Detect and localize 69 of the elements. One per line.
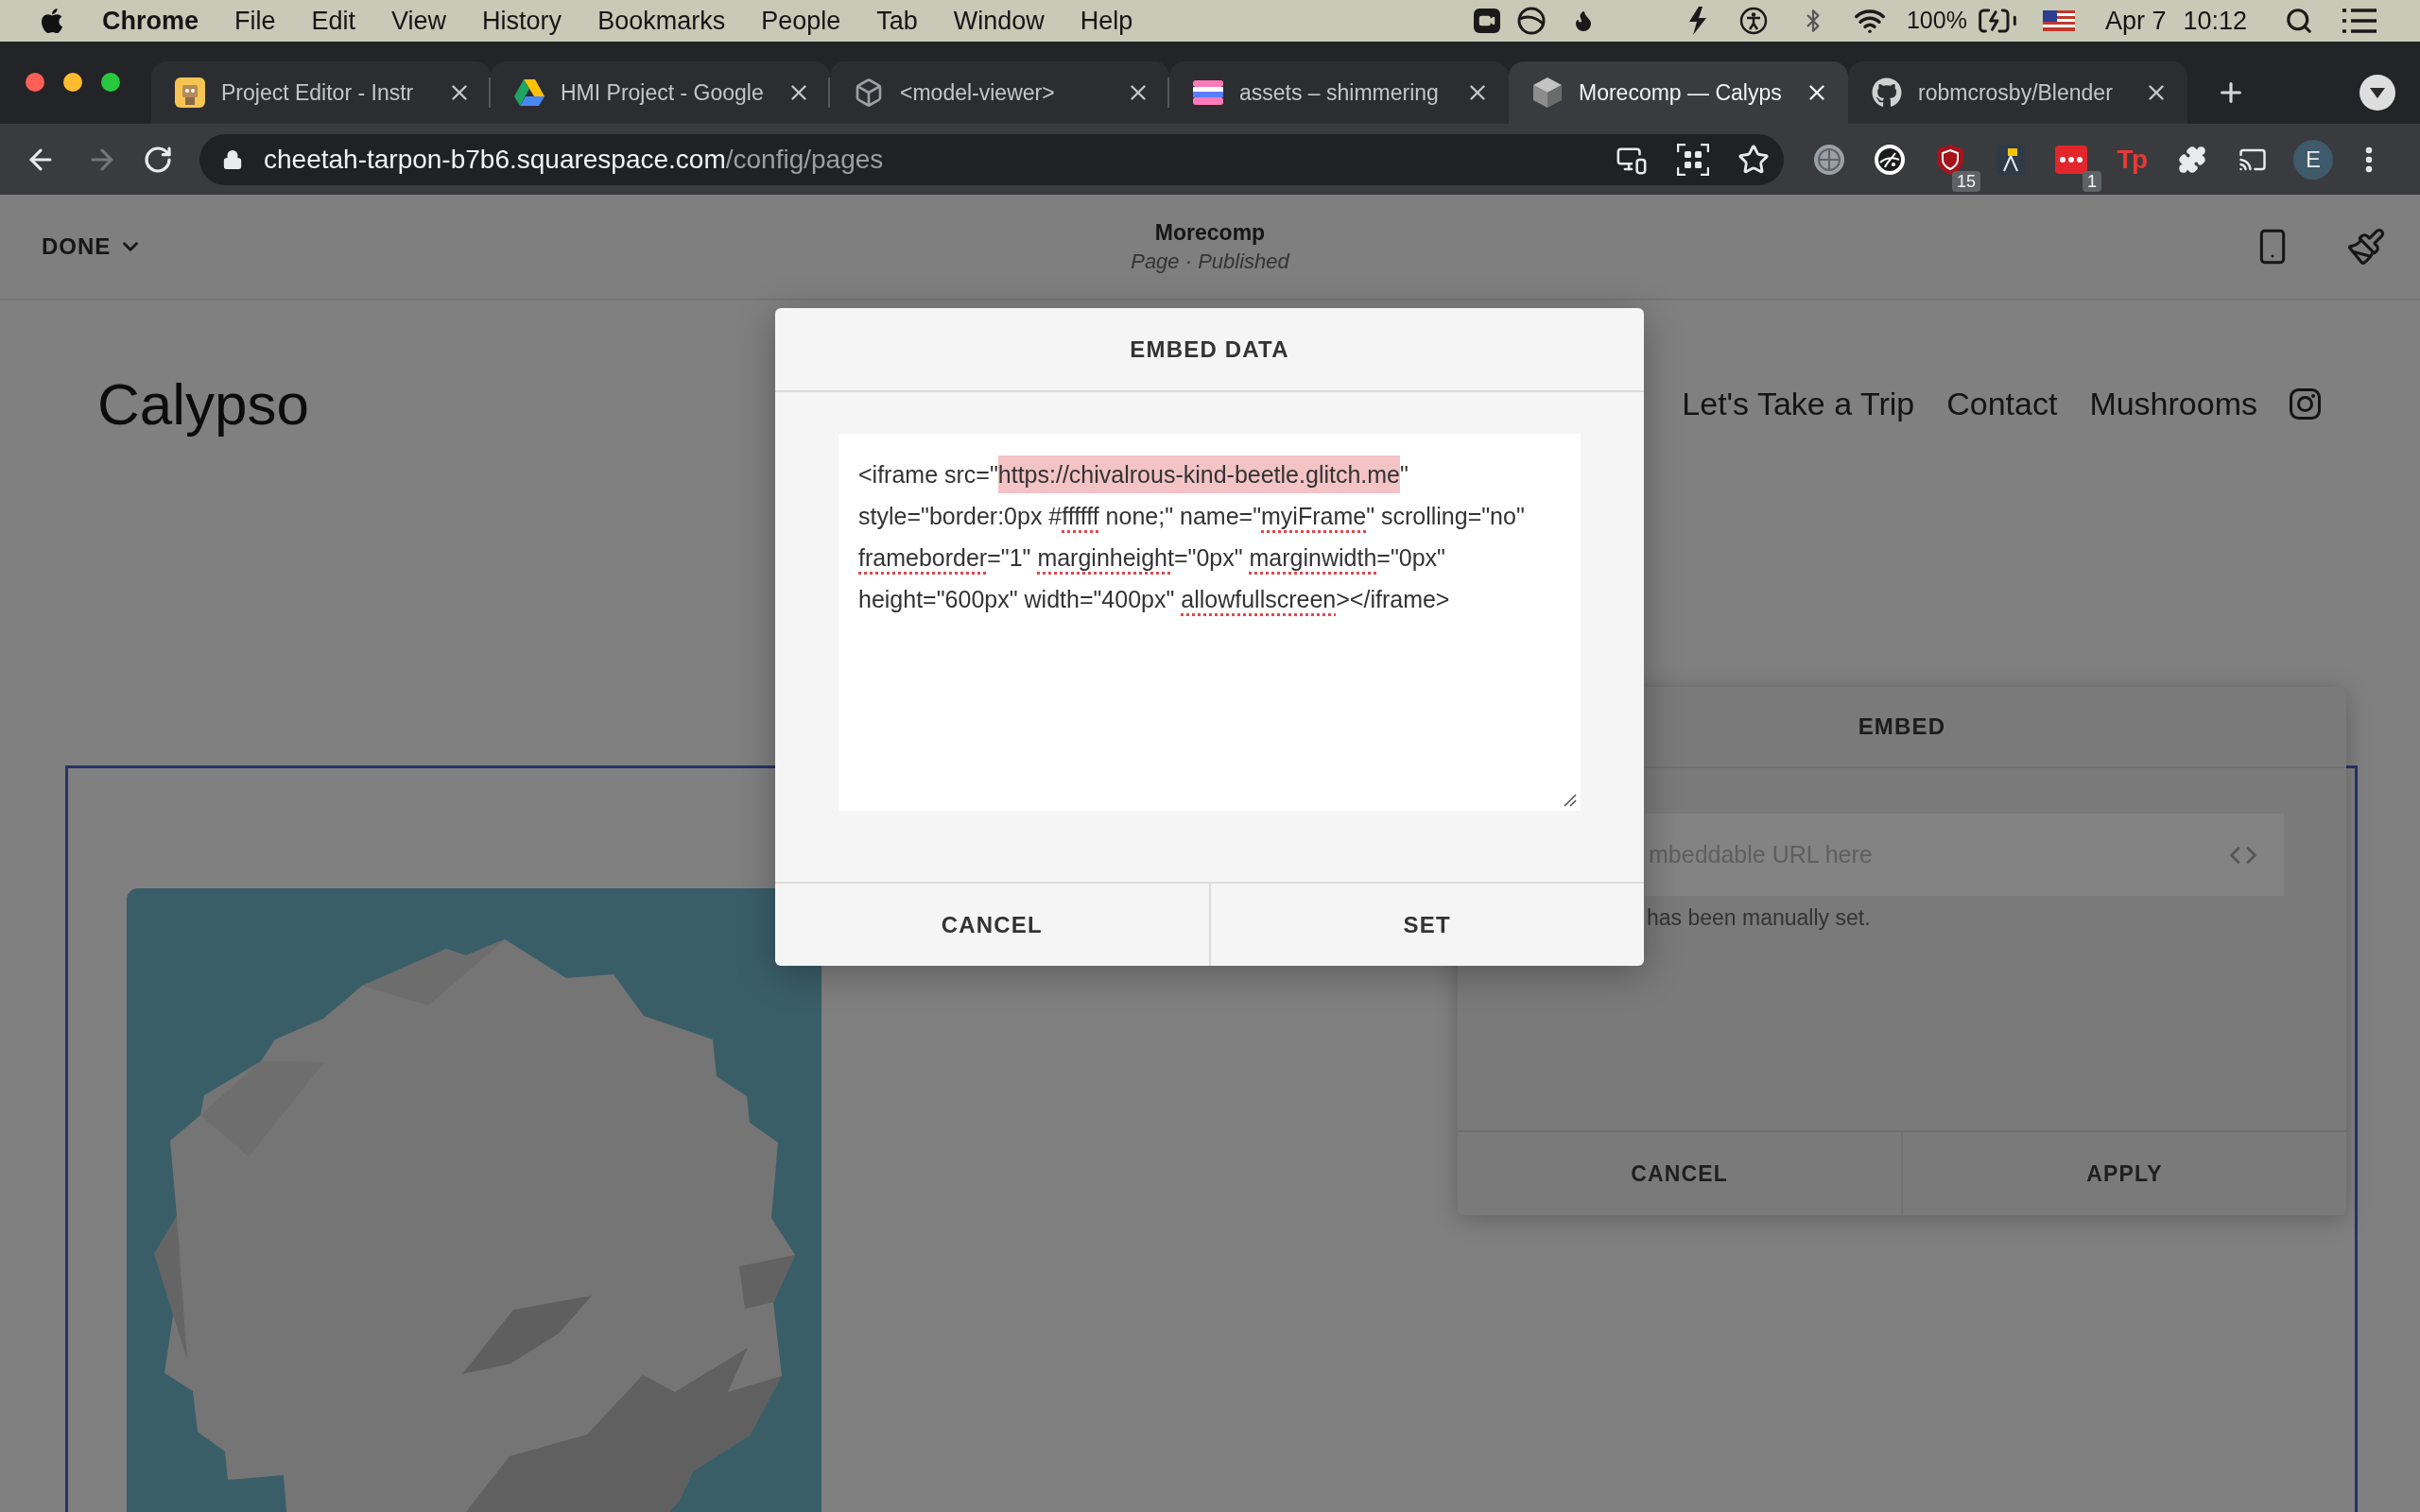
menu-bar-date[interactable]: Apr 7 [2104,1,2167,41]
embed-code-field[interactable]: <iframe src="https://chivalrous-kind-beetle.glitch.me" style="border:0px #ffffff none;" name="myiFrame" scrolling="no" frameborder="1" marginheight="0px" marginwidth="0px" height="600px" width="400px" allowfullscreen></iframe> [838,434,1581,811]
paintbrush-icon[interactable] [2346,227,2386,266]
embed-note: has been manually set. [1647,904,1871,932]
dialog-title: EMBED DATA [1130,335,1289,364]
window-close-icon[interactable] [26,72,44,92]
shield-icon[interactable] [1937,144,1963,175]
cube-icon [854,77,884,108]
list-icon[interactable] [2342,9,2377,33]
flag-icon[interactable] [2042,10,2075,31]
menu-item[interactable]: View [391,1,447,41]
site-logo[interactable]: Calypso [97,359,309,448]
menu-item[interactable]: Edit [311,1,356,41]
battery-percent: 100% [1906,6,1967,36]
panel-button[interactable]: APPLY [1903,1132,2346,1215]
menu-item[interactable]: Tab [876,1,918,41]
video-camera-icon[interactable] [1473,9,1500,33]
lightning-icon[interactable] [1686,7,1708,35]
browser-tab[interactable]: <model-viewer> [830,61,1169,124]
menu-item[interactable]: Bookmarks [597,1,726,41]
nav-link[interactable]: Let's Take a Trip [1682,379,1915,428]
circle-swoosh-icon[interactable] [1516,7,1546,35]
lock-icon [222,148,243,170]
triangle-logo-icon [514,79,544,106]
menu-item[interactable]: Window [953,1,1045,41]
app-menu[interactable]: Chrome [102,1,199,41]
ball-icon[interactable] [1814,144,1844,175]
instagram-icon[interactable] [2290,387,2321,420]
browser-tab[interactable]: robmcrosby/Blender [1848,61,2187,124]
tab-list-button[interactable] [2360,75,2395,111]
menu-item[interactable]: Help [1080,1,1133,41]
panel-button[interactable]: CANCEL [1458,1132,1903,1215]
reload-icon[interactable] [143,144,173,175]
notification-count: 15 [1951,170,1980,192]
lamp-icon[interactable] [1996,144,2025,175]
emblem-icon[interactable] [1875,144,1905,175]
page-title: Morecomp [1154,219,1266,247]
browser-tab[interactable]: HMI Project - Google [491,61,830,124]
accessibility-icon[interactable] [1738,7,1768,35]
page-status: Page · Published [1131,249,1289,275]
window-zoom-icon[interactable] [101,72,120,92]
star-icon[interactable] [1737,143,1770,176]
qr-grid-icon[interactable] [1677,143,1709,176]
notification-count: 1 [2083,170,2101,192]
striped-logo-icon [1193,80,1223,105]
cube-icon [1533,77,1562,108]
address-bar[interactable]: cheetah-tarpon-b7b6.squarespace.com/config/pages [199,133,1784,185]
menu-item[interactable]: History [482,1,562,41]
browser-tab[interactable]: Morecomp — Calyps [1509,61,1848,124]
menu-item[interactable]: People [761,1,841,41]
resize-handle-icon[interactable] [1564,794,1577,807]
dialog-button[interactable]: CANCEL [775,884,1211,966]
robot-icon [175,77,205,108]
search-icon[interactable] [2285,7,2313,35]
browser-tab[interactable]: Project Editor - Instr [151,61,491,124]
dialog-button[interactable]: SET [1210,884,1644,966]
done-button[interactable]: DONE [42,230,144,264]
dots-icon[interactable] [2055,145,2087,174]
puzzle-icon[interactable] [2178,145,2206,174]
profile-avatar[interactable]: E [2293,139,2333,180]
panel-title: EMBED [1858,713,1946,741]
caret-icon [2370,87,2385,98]
browser-tab[interactable]: assets – shimmering [1169,61,1509,124]
window-minimize-icon[interactable] [63,72,82,92]
nav-link[interactable]: Mushrooms [2089,379,2257,428]
menu-bar-time[interactable]: 10:12 [2183,1,2247,41]
nav-link[interactable]: Contact [1946,379,2058,428]
cat-logo-icon [1872,77,1902,108]
menu-item[interactable]: File [234,1,276,41]
